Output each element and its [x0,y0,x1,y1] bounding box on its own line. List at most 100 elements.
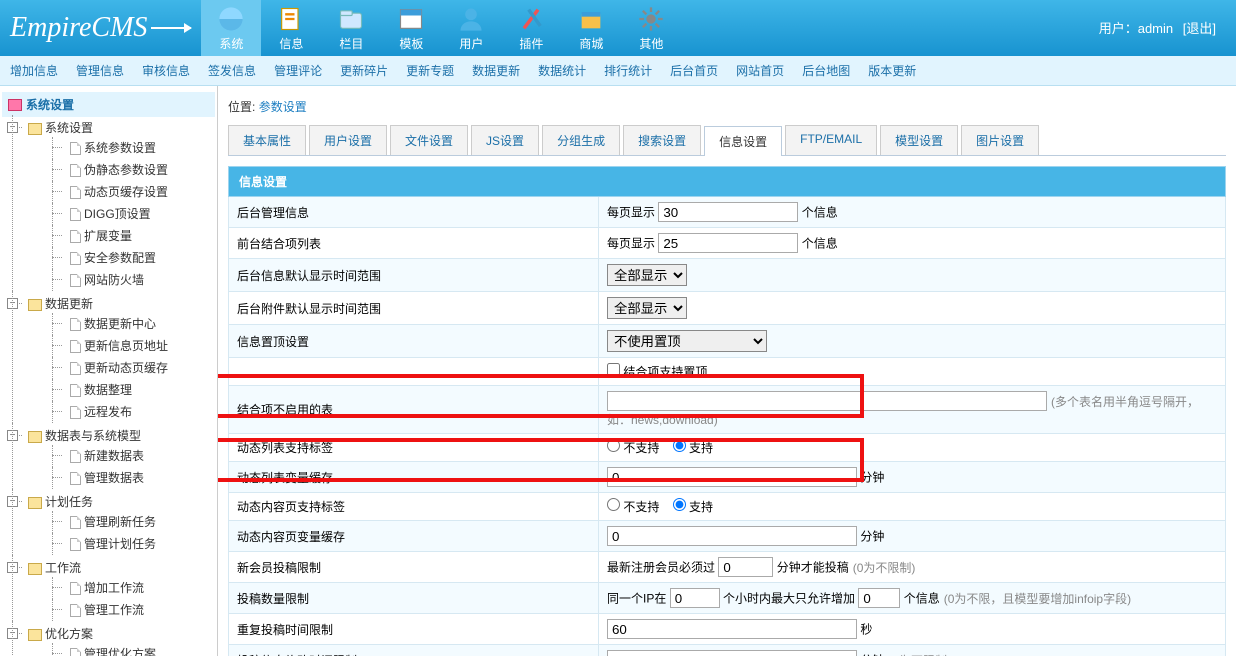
row-dyncontent-cache: 动态内容页变量缓存 分钟 [229,521,1226,552]
subnav-3[interactable]: 签发信息 [208,62,256,79]
nav-other[interactable]: 其他 [621,0,681,56]
tree-item-0-5[interactable]: 安全参数配置 [28,247,215,269]
input-post-max[interactable] [858,588,900,608]
toggle-icon[interactable]: − [7,122,18,133]
subnav-12[interactable]: 后台地图 [802,62,850,79]
tree-group-0[interactable]: −系统设置系统参数设置伪静态参数设置动态页缓存设置DIGG顶设置扩展变量安全参数… [2,117,215,293]
file-icon [70,230,81,243]
tab-7[interactable]: FTP/EMAIL [785,125,877,155]
file-icon [70,164,81,177]
chk-combo-top-label[interactable]: 结合项支持置顶 [607,365,707,379]
toggle-icon[interactable]: − [7,430,18,441]
input-post-hours[interactable] [670,588,720,608]
nav-shop[interactable]: 商城 [561,0,621,56]
file-icon [70,384,81,397]
tree-item-1-1[interactable]: 更新信息页地址 [28,335,215,357]
file-icon [70,318,81,331]
tab-9[interactable]: 图片设置 [961,125,1039,155]
subnav-9[interactable]: 排行统计 [604,62,652,79]
tab-3[interactable]: JS设置 [471,125,539,155]
row-newmember-limit: 新会员投稿限制 最新注册会员必须过 分钟才能投稿(0为不限制) [229,552,1226,583]
toggle-icon[interactable]: − [7,628,18,639]
input-front-pagesize[interactable] [658,233,798,253]
tree-item-2-0[interactable]: 新建数据表 [28,445,215,467]
opt-dynlist-yes[interactable]: 支持 [673,441,713,455]
tree-item-5-0[interactable]: 管理优化方案 [28,643,215,656]
nav-info[interactable]: 信息 [261,0,321,56]
toggle-icon[interactable]: − [7,562,18,573]
row-attach-timerange: 后台附件默认显示时间范围 全部显示 [229,292,1226,325]
select-attach-timerange[interactable]: 全部显示 [607,297,687,319]
input-disabled-tables[interactable] [607,391,1047,411]
logout-link[interactable]: [退出] [1183,21,1216,36]
opt-dyncontent-no[interactable]: 不支持 [607,500,659,514]
subnav-2[interactable]: 审核信息 [142,62,190,79]
tree-item-0-1[interactable]: 伪静态参数设置 [28,159,215,181]
nav-template[interactable]: 模板 [381,0,441,56]
tree-item-0-3[interactable]: DIGG顶设置 [28,203,215,225]
opt-dynlist-no[interactable]: 不支持 [607,441,659,455]
label: 动态内容页支持标签 [229,493,599,521]
subnav-8[interactable]: 数据统计 [538,62,586,79]
tab-2[interactable]: 文件设置 [390,125,468,155]
tab-8[interactable]: 模型设置 [880,125,958,155]
tree-item-0-6[interactable]: 网站防火墙 [28,269,215,291]
tree-item-1-3[interactable]: 数据整理 [28,379,215,401]
nav-system[interactable]: 系统 [201,0,261,56]
input-dynlist-cache[interactable] [607,467,857,487]
toggle-icon[interactable]: − [7,298,18,309]
tree-item-4-0[interactable]: 增加工作流 [28,577,215,599]
breadcrumb-link[interactable]: 参数设置 [259,100,307,114]
subnav-10[interactable]: 后台首页 [670,62,718,79]
note: (0为不限，且模型要增加infoip字段) [944,592,1131,606]
nav-plugin[interactable]: 插件 [501,0,561,56]
tree-item-3-0[interactable]: 管理刷新任务 [28,511,215,533]
tab-4[interactable]: 分组生成 [542,125,620,155]
tab-5[interactable]: 搜索设置 [623,125,701,155]
tree-item-0-2[interactable]: 动态页缓存设置 [28,181,215,203]
tree-group-5[interactable]: −优化方案管理优化方案 [2,623,215,656]
file-icon [70,142,81,155]
select-top[interactable]: 不使用置顶 [607,330,767,352]
tree-item-1-0[interactable]: 数据更新中心 [28,313,215,335]
tree-item-1-2[interactable]: 更新动态页缓存 [28,357,215,379]
subnav-4[interactable]: 管理评论 [274,62,322,79]
row-dyncontent-tag: 动态内容页支持标签 不支持 支持 [229,493,1226,521]
subnav-11[interactable]: 网站首页 [736,62,784,79]
input-backend-pagesize[interactable] [658,202,798,222]
subnav-1[interactable]: 管理信息 [76,62,124,79]
file-icon [70,274,81,287]
tree-item-4-1[interactable]: 管理工作流 [28,599,215,621]
subnav-6[interactable]: 更新专题 [406,62,454,79]
tree-group-1[interactable]: −数据更新数据更新中心更新信息页地址更新动态页缓存数据整理远程发布 [2,293,215,425]
tree-group-3[interactable]: −计划任务管理刷新任务管理计划任务 [2,491,215,557]
nav-user[interactable]: 用户 [441,0,501,56]
tab-0[interactable]: 基本属性 [228,125,306,155]
main-content: 位置: 参数设置 基本属性用户设置文件设置JS设置分组生成搜索设置信息设置FTP… [218,86,1236,656]
input-dyncontent-cache[interactable] [607,526,857,546]
tree-item-2-1[interactable]: 管理数据表 [28,467,215,489]
subnav-7[interactable]: 数据更新 [472,62,520,79]
select-info-timerange[interactable]: 全部显示 [607,264,687,286]
tree-group-4[interactable]: −工作流增加工作流管理工作流 [2,557,215,623]
subnav-13[interactable]: 版本更新 [868,62,916,79]
input-newmember-min[interactable] [718,557,773,577]
chk-combo-top[interactable] [607,363,620,376]
tree-item-0-0[interactable]: 系统参数设置 [28,137,215,159]
tab-6[interactable]: 信息设置 [704,126,782,156]
opt-dyncontent-yes[interactable]: 支持 [673,500,713,514]
tree-item-3-1[interactable]: 管理计划任务 [28,533,215,555]
tree-item-0-4[interactable]: 扩展变量 [28,225,215,247]
toggle-icon[interactable]: − [7,496,18,507]
nav-column[interactable]: 栏目 [321,0,381,56]
subnav-0[interactable]: 增加信息 [10,62,58,79]
input-edit-min[interactable] [607,650,857,656]
folder-icon [28,123,42,135]
tree-item-1-4[interactable]: 远程发布 [28,401,215,423]
row-top-setting: 信息置顶设置 不使用置顶 [229,325,1226,358]
subnav-5[interactable]: 更新碎片 [340,62,388,79]
tab-1[interactable]: 用户设置 [309,125,387,155]
tree-group-2[interactable]: −数据表与系统模型新建数据表管理数据表 [2,425,215,491]
sidebar: 系统设置 −系统设置系统参数设置伪静态参数设置动态页缓存设置DIGG顶设置扩展变… [0,86,218,656]
input-repeat-sec[interactable] [607,619,857,639]
